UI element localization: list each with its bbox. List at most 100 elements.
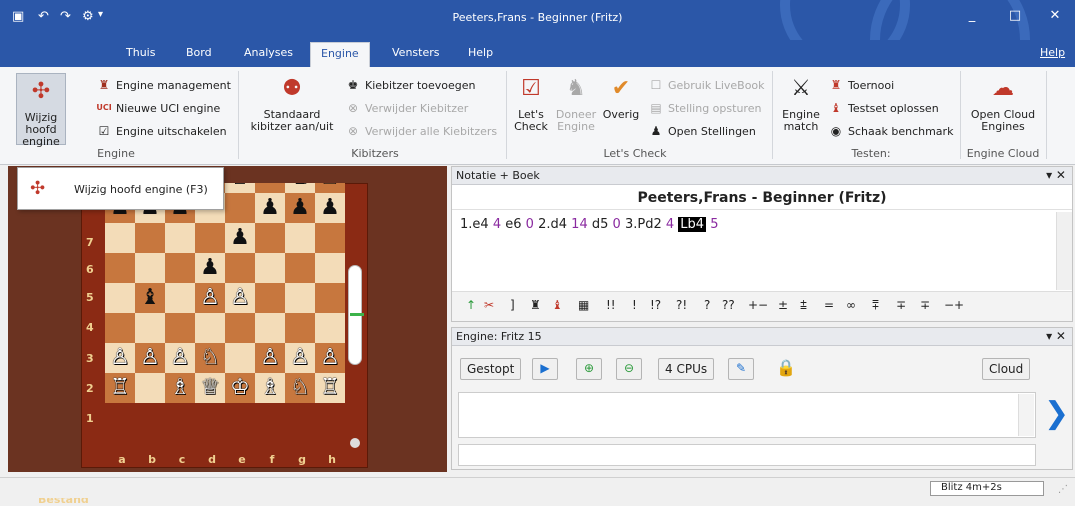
board-square[interactable]: ♗ [165, 373, 195, 403]
disable-engine-checkbox[interactable]: ☑ Engine uitschakelen [96, 123, 227, 139]
board-icon[interactable]: ▦ [578, 298, 589, 312]
change-main-engine-button[interactable]: ✣ Wijzig hoofd engine [16, 73, 66, 148]
symbol-white-winning[interactable]: +− [748, 298, 768, 312]
board-square[interactable]: ♟ [195, 253, 225, 283]
board-square[interactable] [135, 223, 165, 253]
add-line-icon[interactable]: ⊕ [576, 358, 602, 380]
board-square[interactable]: ♔ [225, 373, 255, 403]
board-square[interactable]: ♙ [225, 283, 255, 313]
board-square[interactable] [195, 223, 225, 253]
board-square[interactable]: ♙ [105, 343, 135, 373]
remove-kibitzer-button[interactable]: ⊗ Verwijder Kiebitzer [345, 100, 468, 116]
move[interactable]: 2.d4 [538, 217, 567, 232]
board-square[interactable] [255, 223, 285, 253]
board-square[interactable] [165, 253, 195, 283]
tab-engine[interactable]: Engine [310, 42, 370, 67]
board-square[interactable] [315, 223, 345, 253]
remove-all-kibitzers-button[interactable]: ⊗ Verwijder alle Kiebitzers [345, 123, 497, 139]
symbol-good[interactable]: ! [632, 298, 637, 312]
board-square[interactable]: ♜ [315, 183, 345, 193]
testset-solve-button[interactable]: ♝ Testset oplossen [828, 100, 939, 116]
symbol-dubious[interactable]: ?! [676, 298, 687, 312]
symbol-unclear[interactable]: ∞ [846, 298, 856, 312]
notation-scrollbar[interactable] [1056, 212, 1072, 290]
symbol-interesting[interactable]: !? [650, 298, 661, 312]
next-line-arrow-icon[interactable]: ❯ [1044, 394, 1069, 434]
board-square[interactable] [225, 253, 255, 283]
help-link[interactable]: Help [1040, 46, 1065, 59]
piece-icon[interactable]: ♜ [530, 298, 541, 312]
board-square[interactable] [255, 313, 285, 343]
tab-analyses[interactable]: Analyses [244, 46, 293, 59]
symbol-black-winning[interactable]: −+ [944, 298, 964, 312]
board-square[interactable] [105, 313, 135, 343]
board-square[interactable]: ♘ [285, 373, 315, 403]
open-cloud-engines-button[interactable]: ☁ Open Cloud Engines [964, 73, 1042, 145]
board-square[interactable] [285, 223, 315, 253]
board-square[interactable] [105, 283, 135, 313]
board-square[interactable]: ♝ [135, 283, 165, 313]
cpu-count-button[interactable]: 4 CPUs [658, 358, 715, 380]
symbol-equal[interactable]: = [824, 298, 834, 312]
board-square[interactable]: ♚ [225, 183, 255, 193]
tournament-button[interactable]: ♜ Toernooi [828, 77, 895, 93]
open-positions-button[interactable]: ♟ Open Stellingen [648, 123, 756, 139]
board-square[interactable] [165, 283, 195, 313]
tab-bord[interactable]: Bord [186, 46, 212, 59]
board-square[interactable]: ♕ [195, 373, 225, 403]
board-square[interactable] [105, 223, 135, 253]
tab-thuis[interactable]: Thuis [126, 46, 155, 59]
piece-icon[interactable]: ♝ [552, 298, 563, 312]
board-square[interactable] [255, 283, 285, 313]
current-move[interactable]: Lb4 [678, 217, 707, 232]
move[interactable]: 3.Pd2 [625, 217, 662, 232]
start-engine-icon[interactable]: ▶ [532, 358, 558, 380]
cloud-button[interactable]: Cloud [982, 358, 1031, 380]
board-square[interactable] [135, 373, 165, 403]
symbol-blunder[interactable]: ?? [722, 298, 735, 312]
arrow-up-icon[interactable]: ↑ [466, 298, 476, 312]
board-square[interactable]: ♙ [315, 343, 345, 373]
remove-line-icon[interactable]: ⊖ [616, 358, 642, 380]
symbol-white-better[interactable]: ± [778, 298, 788, 312]
move[interactable]: e6 [505, 217, 521, 232]
bracket-icon[interactable]: ] [510, 298, 515, 312]
board-square[interactable] [165, 223, 195, 253]
move[interactable]: 1.e4 [460, 217, 489, 232]
resize-grip-icon[interactable]: ⋰ [1058, 484, 1068, 495]
symbol-brilliant[interactable]: !! [606, 298, 616, 312]
delete-move-icon[interactable]: ✂ [484, 298, 494, 312]
lock-icon[interactable]: 🔒 [776, 358, 796, 377]
board-square[interactable]: ♞ [285, 183, 315, 193]
board-square[interactable] [255, 253, 285, 283]
chessboard[interactable]: ♚♞♜♟♟♟♟♟♟♟♟♝♙♙♙♙♙♘♙♙♙♖♗♕♔♗♘♖ [105, 183, 360, 453]
board-square[interactable] [165, 313, 195, 343]
board-square[interactable] [255, 183, 285, 193]
board-square[interactable]: ♟ [315, 193, 345, 223]
edit-icon[interactable]: ✎ [728, 358, 754, 380]
board-square[interactable]: ♖ [105, 373, 135, 403]
board-square[interactable] [225, 343, 255, 373]
move[interactable]: d5 [592, 217, 609, 232]
use-livebook-checkbox[interactable]: ☐ Gebruik LiveBook [648, 77, 765, 93]
symbol-mistake[interactable]: ? [704, 298, 710, 312]
new-uci-engine-button[interactable]: UCI Nieuwe UCI engine [96, 100, 220, 116]
tab-help[interactable]: Help [468, 46, 493, 59]
pane-options-icon[interactable]: ▾ ✕ [1046, 168, 1066, 182]
board-square[interactable] [225, 193, 255, 223]
symbol-black-slightly-better[interactable]: ⩱ [872, 298, 879, 313]
engine-status-button[interactable]: Gestopt [460, 358, 522, 380]
board-square[interactable] [135, 313, 165, 343]
standard-kibitzer-toggle-button[interactable]: ⚉ Standaard kibitzer aan/uit [244, 73, 340, 145]
symbol-black-better-alt[interactable]: ∓ [920, 298, 930, 312]
board-square[interactable] [285, 253, 315, 283]
close-button[interactable]: ✕ [1040, 8, 1070, 23]
lets-check-button[interactable]: ☑ Let's Check [512, 73, 550, 145]
board-square[interactable]: ♙ [195, 283, 225, 313]
board-square[interactable] [315, 253, 345, 283]
board-square[interactable] [285, 313, 315, 343]
board-square[interactable]: ♙ [135, 343, 165, 373]
board-square[interactable]: ♖ [315, 373, 345, 403]
add-kibitzer-button[interactable]: ♚ Kiebitzer toevoegen [345, 77, 476, 93]
board-square[interactable] [285, 283, 315, 313]
